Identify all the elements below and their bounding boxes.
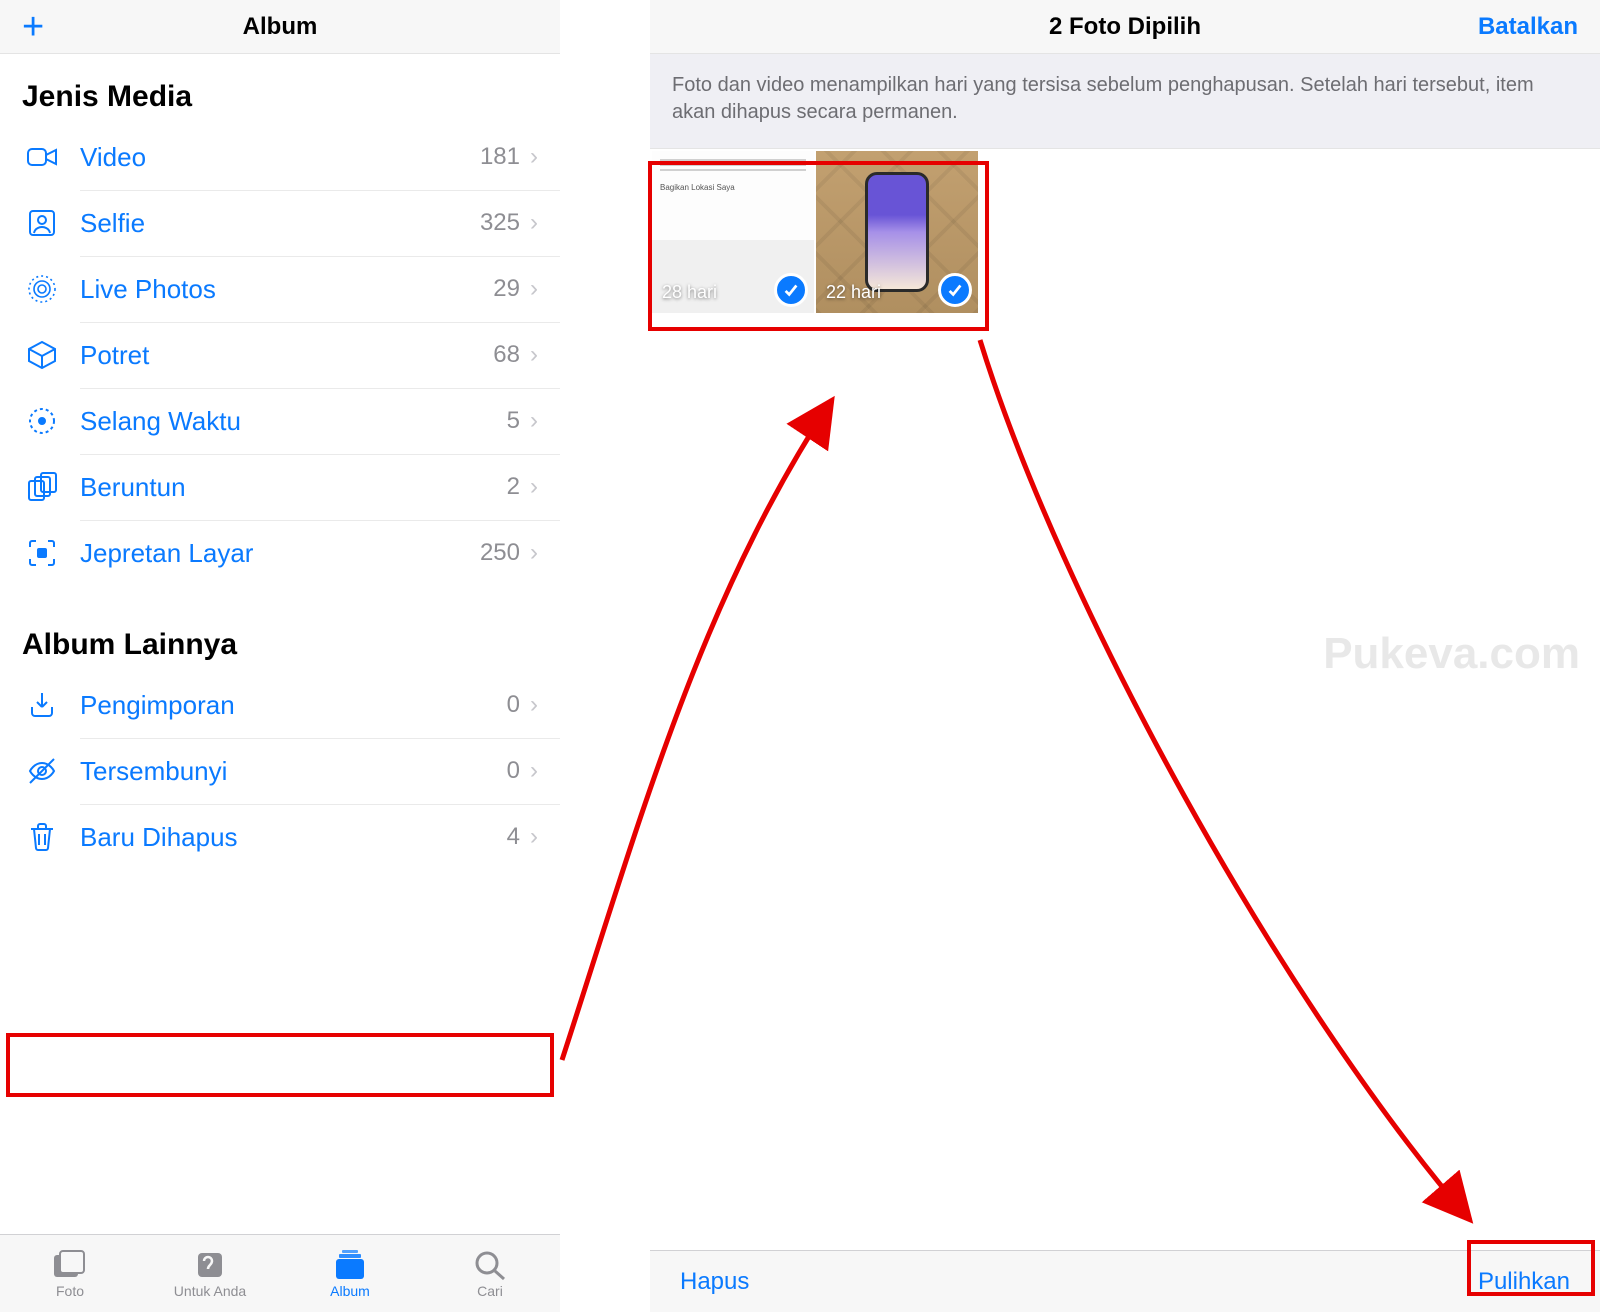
tab-photos[interactable]: Foto <box>0 1235 140 1312</box>
cancel-button[interactable]: Batalkan <box>1478 13 1578 41</box>
section-other-albums: Album Lainnya <box>0 614 560 672</box>
bottom-toolbar: Hapus Pulihkan <box>650 1250 1600 1312</box>
chevron-right-icon: › <box>530 757 538 785</box>
photo-thumbnail[interactable]: Bagikan Lokasi Saya 28 hari <box>652 151 814 313</box>
row-count: 0 <box>507 757 520 785</box>
selection-count-title: 2 Foto Dipilih <box>1049 13 1201 41</box>
video-icon <box>22 137 62 177</box>
row-count: 5 <box>507 407 520 435</box>
chevron-right-icon: › <box>530 691 538 719</box>
row-count: 29 <box>493 275 520 303</box>
row-imports[interactable]: Pengimporan 0 › <box>0 672 560 738</box>
live-photos-icon <box>22 269 62 309</box>
timelapse-icon <box>22 401 62 441</box>
selected-check-icon <box>938 273 972 307</box>
row-count: 2 <box>507 473 520 501</box>
row-hidden[interactable]: Tersembunyi 0 › <box>0 738 560 804</box>
album-nav-header: + Album <box>0 0 560 54</box>
days-remaining-label: 28 hari <box>662 282 717 303</box>
deleted-nav-header: 2 Foto Dipilih Batalkan <box>650 0 1600 54</box>
trash-icon <box>22 817 62 857</box>
row-label: Tersembunyi <box>80 756 507 787</box>
chevron-right-icon: › <box>530 341 538 369</box>
tab-albums[interactable]: Album <box>280 1235 420 1312</box>
chevron-right-icon: › <box>530 823 538 851</box>
chevron-right-icon: › <box>530 407 538 435</box>
photo-grid: Bagikan Lokasi Saya 28 hari 22 hari Puke… <box>650 149 1600 1250</box>
album-list: Jenis Media Video 181 › Selfie 325 › Liv… <box>0 54 560 1234</box>
row-timelapse[interactable]: Selang Waktu 5 › <box>0 388 560 454</box>
screenshot-icon <box>22 533 62 573</box>
tab-for-you[interactable]: Untuk Anda <box>140 1235 280 1312</box>
tab-search[interactable]: Cari <box>420 1235 560 1312</box>
row-live-photos[interactable]: Live Photos 29 › <box>0 256 560 322</box>
burst-icon <box>22 467 62 507</box>
photo-thumbnail[interactable]: 22 hari <box>816 151 978 313</box>
section-media-types: Jenis Media <box>0 66 560 124</box>
row-count: 0 <box>507 691 520 719</box>
row-count: 181 <box>480 143 520 171</box>
row-burst[interactable]: Beruntun 2 › <box>0 454 560 520</box>
tab-bar: Foto Untuk Anda Album Cari <box>0 1234 560 1312</box>
row-label: Beruntun <box>80 472 507 503</box>
selected-check-icon <box>774 273 808 307</box>
page-title: Album <box>243 13 318 41</box>
row-count: 68 <box>493 341 520 369</box>
deletion-info-banner: Foto dan video menampilkan hari yang ter… <box>650 54 1600 149</box>
chevron-right-icon: › <box>530 473 538 501</box>
tab-label: Untuk Anda <box>174 1283 246 1299</box>
tab-label: Cari <box>477 1283 503 1299</box>
row-screenshots[interactable]: Jepretan Layar 250 › <box>0 520 560 586</box>
selfie-icon <box>22 203 62 243</box>
hidden-icon <box>22 751 62 791</box>
row-video[interactable]: Video 181 › <box>0 124 560 190</box>
chevron-right-icon: › <box>530 209 538 237</box>
row-label: Selang Waktu <box>80 406 507 437</box>
row-count: 325 <box>480 209 520 237</box>
row-label: Live Photos <box>80 274 493 305</box>
thumbnail-preview-text: Bagikan Lokasi Saya <box>660 183 735 192</box>
row-selfie[interactable]: Selfie 325 › <box>0 190 560 256</box>
row-label: Jepretan Layar <box>80 538 480 569</box>
row-label: Video <box>80 142 480 173</box>
row-label: Selfie <box>80 208 480 239</box>
tab-label: Foto <box>56 1283 84 1299</box>
tab-label: Album <box>330 1283 370 1299</box>
recover-button[interactable]: Pulihkan <box>1478 1268 1570 1296</box>
chevron-right-icon: › <box>530 275 538 303</box>
delete-button[interactable]: Hapus <box>680 1268 749 1296</box>
row-recently-deleted[interactable]: Baru Dihapus 4 › <box>0 804 560 870</box>
row-label: Potret <box>80 340 493 371</box>
chevron-right-icon: › <box>530 143 538 171</box>
row-count: 250 <box>480 539 520 567</box>
row-portrait[interactable]: Potret 68 › <box>0 322 560 388</box>
row-label: Pengimporan <box>80 690 507 721</box>
row-label: Baru Dihapus <box>80 822 507 853</box>
chevron-right-icon: › <box>530 539 538 567</box>
add-album-button[interactable]: + <box>22 8 44 46</box>
cube-icon <box>22 335 62 375</box>
import-icon <box>22 685 62 725</box>
days-remaining-label: 22 hari <box>826 282 881 303</box>
watermark-text: Pukeva.com <box>1323 629 1580 679</box>
row-count: 4 <box>507 823 520 851</box>
